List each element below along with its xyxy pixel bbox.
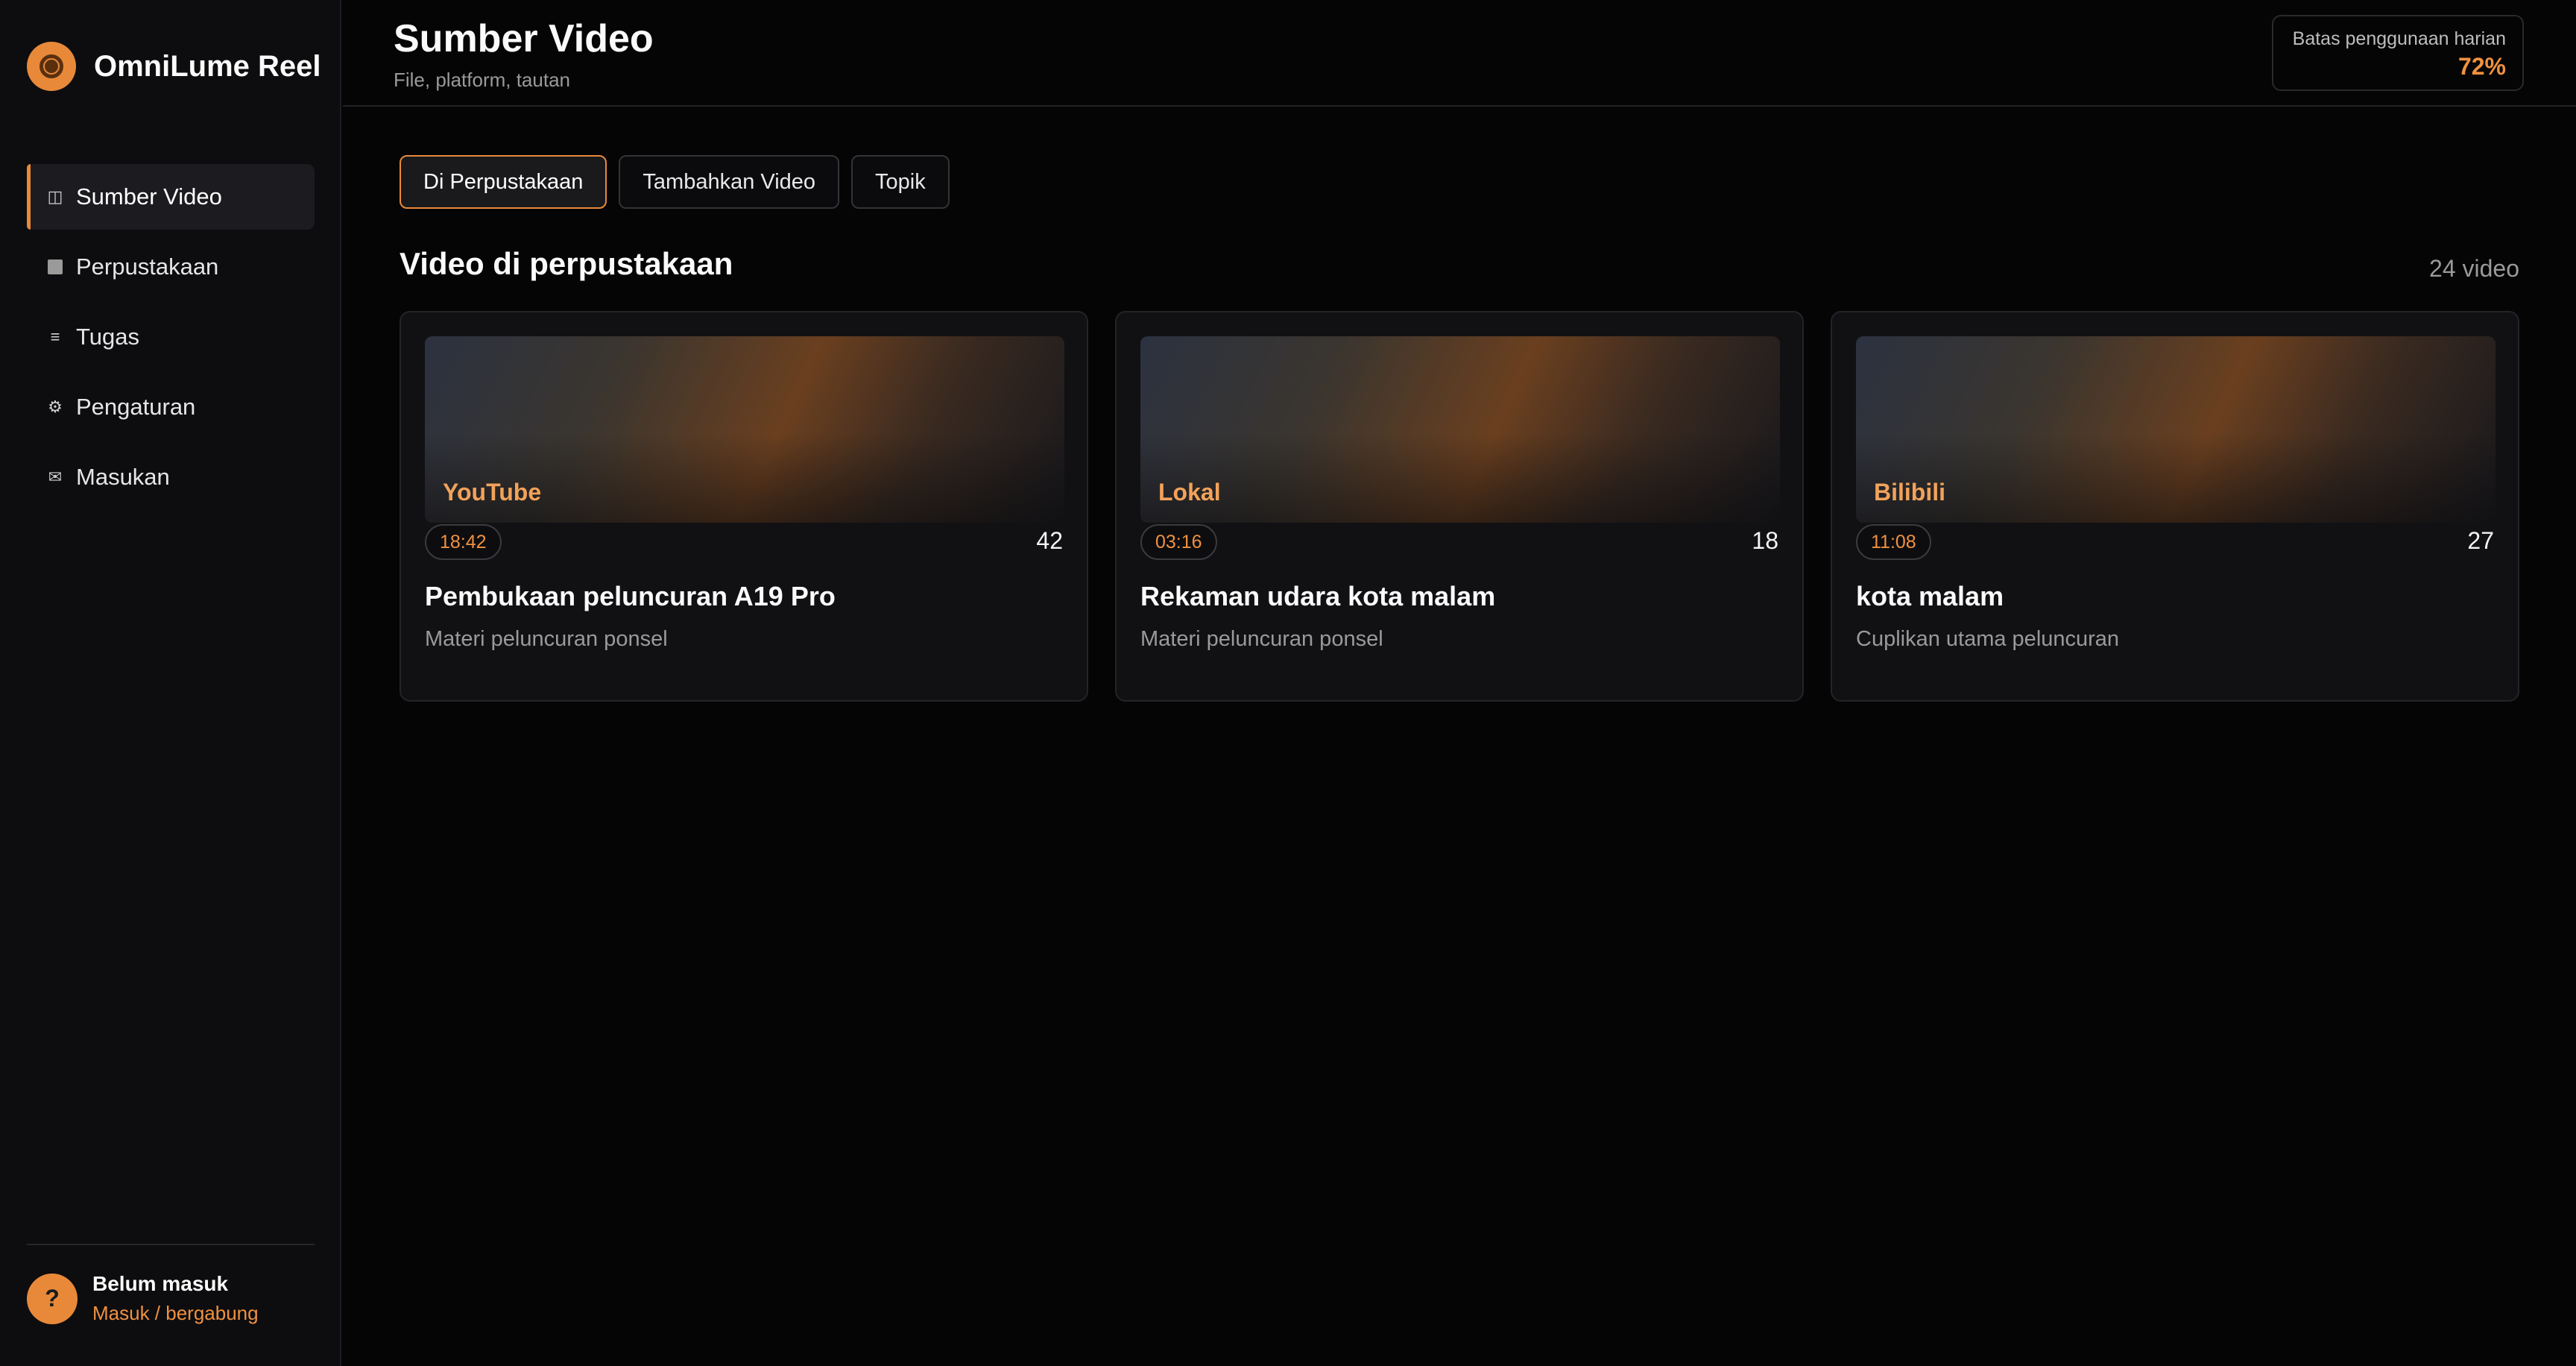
- mail-icon: ✉: [48, 468, 63, 486]
- clip-count: 42: [1036, 527, 1063, 554]
- video-description: Cuplikan utama peluncuran: [1856, 627, 2120, 651]
- video-grid: YouTube 18:42 42 Pembukaan peluncuran A1…: [400, 311, 2546, 702]
- brand-name: OmniLume Reel: [94, 49, 321, 83]
- page-title: Sumber Video: [394, 17, 654, 60]
- square-icon: [45, 259, 66, 274]
- sidebar-item-label: Pengaturan: [76, 394, 196, 420]
- video-card[interactable]: YouTube 18:42 42 Pembukaan peluncuran A1…: [400, 311, 1088, 702]
- tab-tambahkan-video[interactable]: Tambahkan Video: [619, 155, 840, 209]
- avatar[interactable]: ?: [27, 1273, 78, 1324]
- duration-badge: 03:16: [1140, 524, 1217, 560]
- header: Sumber Video File, platform, tautan Bata…: [343, 0, 2576, 107]
- duration-badge: 11:08: [1856, 524, 1931, 560]
- platform-label: YouTube: [443, 479, 542, 506]
- duration-badge: 18:42: [425, 524, 502, 560]
- video-count: 24 video: [2429, 255, 2519, 282]
- sidebar-item-tugas[interactable]: ≡ Tugas: [27, 304, 315, 370]
- video-thumbnail[interactable]: Bilibili: [1856, 336, 2496, 523]
- list-icon: ≡: [50, 327, 60, 346]
- platform-label: Bilibili: [1874, 479, 1945, 506]
- usage-label: Batas penggunaan harian: [2292, 28, 2506, 49]
- usage-badge: Batas penggunaan harian 72%: [2272, 15, 2524, 91]
- video-card[interactable]: Lokal 03:16 18 Rekaman udara kota malam …: [1115, 311, 1804, 702]
- brand[interactable]: OmniLume Reel: [27, 42, 321, 91]
- video-title: Rekaman udara kota malam: [1140, 581, 1496, 611]
- sidebar-item-pengaturan[interactable]: ⚙ Pengaturan: [27, 374, 315, 440]
- columns-icon: ◫: [47, 187, 63, 206]
- tab-topik[interactable]: Topik: [851, 155, 950, 209]
- clip-count: 27: [2467, 527, 2494, 554]
- section-title: Video di perpustakaan: [400, 246, 733, 281]
- user-panel: ? Belum masuk Masuk / bergabung: [27, 1272, 259, 1325]
- video-title: kota malam: [1856, 581, 2004, 611]
- video-description: Materi peluncuran ponsel: [425, 627, 668, 651]
- page-subtitle: File, platform, tautan: [394, 69, 570, 91]
- video-title: Pembukaan peluncuran A19 Pro: [425, 581, 836, 611]
- tab-bar: Di Perpustakaan Tambahkan Video Topik: [400, 155, 962, 209]
- user-text: Belum masuk Masuk / bergabung: [92, 1272, 259, 1325]
- sidebar-item-label: Tugas: [76, 324, 140, 350]
- sidebar-item-perpustakaan[interactable]: Perpustakaan: [27, 234, 315, 300]
- sidebar-item-label: Sumber Video: [76, 183, 222, 210]
- sidebar: OmniLume Reel ◫ Sumber Video Perpustakaa…: [0, 0, 341, 1366]
- clip-count: 18: [1752, 527, 1778, 554]
- tab-di-perpustakaan[interactable]: Di Perpustakaan: [400, 155, 607, 209]
- sidebar-divider: [27, 1244, 315, 1245]
- user-name: Belum masuk: [92, 1272, 229, 1295]
- video-thumbnail[interactable]: Lokal: [1140, 336, 1780, 523]
- sidebar-nav: ◫ Sumber Video Perpustakaan ≡ Tugas ⚙ Pe…: [27, 164, 315, 514]
- app-root: OmniLume Reel ◫ Sumber Video Perpustakaa…: [0, 0, 2576, 1366]
- video-card[interactable]: Bilibili 11:08 27 kota malam Cuplikan ut…: [1831, 311, 2519, 702]
- sidebar-item-label: Perpustakaan: [76, 254, 219, 280]
- usage-value: 72%: [2457, 53, 2506, 80]
- gear-icon: ⚙: [48, 397, 63, 416]
- platform-label: Lokal: [1158, 479, 1221, 506]
- sidebar-item-masukan[interactable]: ✉ Masukan: [27, 444, 315, 510]
- video-thumbnail[interactable]: YouTube: [425, 336, 1064, 523]
- sidebar-item-label: Masukan: [76, 464, 170, 490]
- video-description: Materi peluncuran ponsel: [1140, 627, 1383, 651]
- login-link[interactable]: Masuk / bergabung: [92, 1302, 259, 1325]
- camera-lens-icon: [27, 42, 76, 91]
- sidebar-item-sumber-video[interactable]: ◫ Sumber Video: [27, 164, 315, 230]
